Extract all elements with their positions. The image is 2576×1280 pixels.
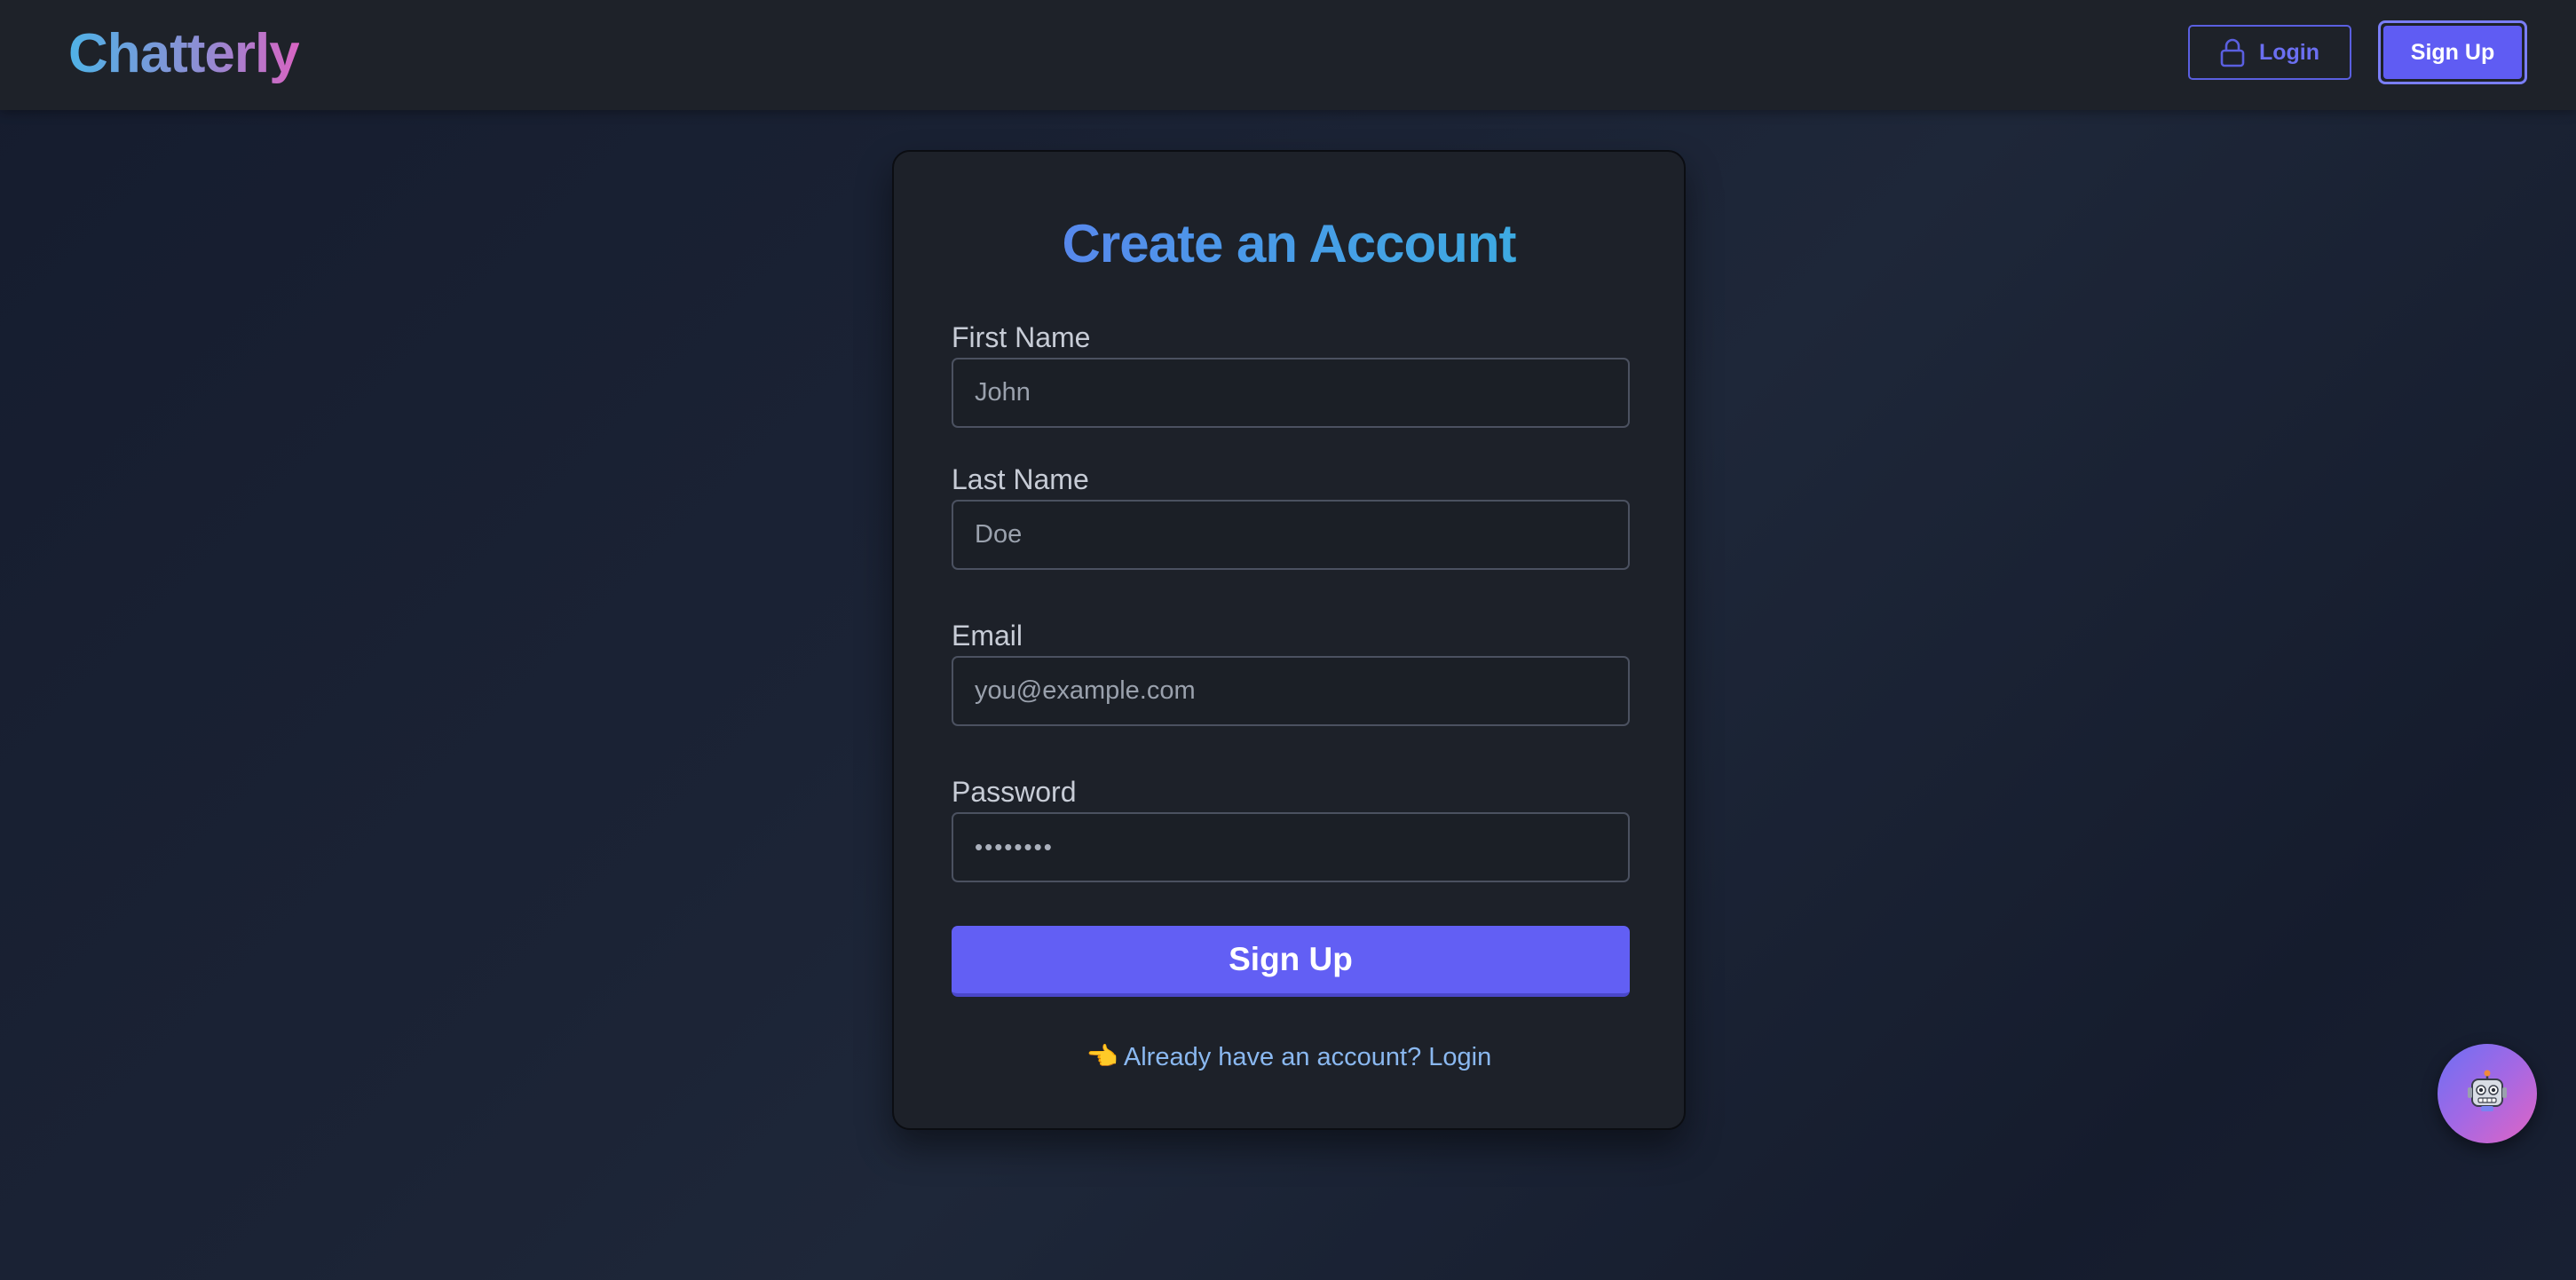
login-link[interactable]: 👈 Already have an account? Login (894, 1040, 1684, 1073)
robot-icon (2465, 1070, 2509, 1118)
login-button-label: Login (2258, 39, 2320, 65)
lock-icon (2220, 37, 2245, 67)
password-label: Password (952, 776, 1077, 808)
last-name-input[interactable] (952, 500, 1630, 570)
password-input[interactable]: •••••••• (952, 812, 1630, 882)
password-masked-value: •••••••• (975, 834, 1054, 860)
chatbot-fab-button[interactable] (2438, 1044, 2537, 1143)
login-link-text: Already have an account? Login (1123, 1043, 1492, 1071)
signup-button-header-label: Sign Up (2383, 26, 2522, 79)
signup-submit-button[interactable]: Sign Up (952, 926, 1630, 997)
signup-card: Create an Account First Name Last Name E… (892, 150, 1686, 1130)
login-button[interactable]: Login (2188, 25, 2351, 80)
brand-logo[interactable]: Chatterly (68, 21, 300, 87)
top-navbar: Chatterly Login Sign Up (0, 0, 2576, 110)
first-name-label: First Name (952, 321, 1091, 353)
signup-button-header[interactable]: Sign Up (2378, 20, 2527, 84)
page-title: Create an Account (894, 212, 1684, 276)
pointing-hand-icon: 👈 (1086, 1041, 1118, 1071)
first-name-input[interactable] (952, 358, 1630, 428)
email-input[interactable] (952, 656, 1630, 726)
last-name-label: Last Name (952, 463, 1089, 495)
email-label: Email (952, 620, 1023, 652)
